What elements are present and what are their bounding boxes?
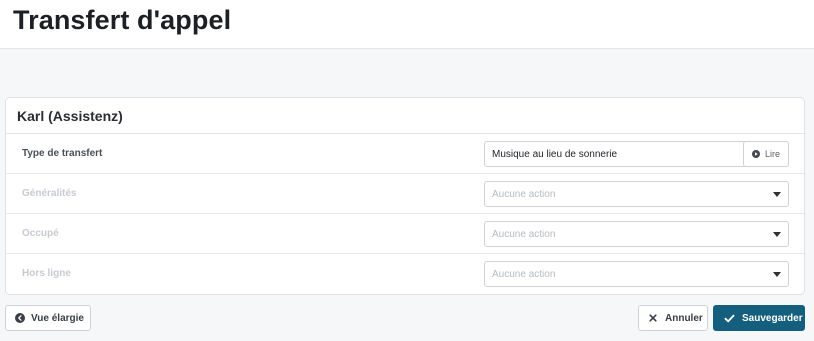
page-header: Transfert d'appel: [0, 0, 814, 49]
play-button[interactable]: Lire: [743, 141, 789, 167]
wide-view-button[interactable]: Vue élargie: [5, 305, 91, 331]
caret-down-icon: [773, 272, 781, 277]
offline-value: Aucune action: [492, 268, 556, 280]
play-circle-icon: [751, 150, 760, 158]
busy-label: Occupé: [22, 228, 59, 239]
card-title: Karl (Assistenz): [17, 107, 123, 124]
general-label: Généralités: [22, 188, 77, 199]
transfer-type-value: Musique au lieu de sonnerie: [492, 148, 618, 160]
play-label: Lire: [764, 149, 780, 159]
row-busy: Occupé Aucune action: [6, 214, 804, 254]
caret-down-icon: [773, 192, 781, 197]
arrow-left-circle-icon: [15, 313, 25, 323]
row-transfer-type: Type de transfert Musique au lieu de son…: [6, 134, 804, 174]
card-header: Karl (Assistenz): [6, 98, 804, 134]
page-title: Transfert d'appel: [13, 5, 232, 35]
save-button[interactable]: Sauvegarder: [713, 305, 805, 331]
busy-select[interactable]: Aucune action: [484, 221, 789, 247]
close-icon: [649, 314, 657, 322]
general-select[interactable]: Aucune action: [484, 181, 789, 207]
busy-value: Aucune action: [492, 228, 556, 240]
row-general: Généralités Aucune action: [6, 174, 804, 214]
caret-down-icon: [773, 232, 781, 237]
general-value: Aucune action: [492, 188, 556, 200]
cancel-button[interactable]: Annuler: [638, 305, 708, 331]
transfer-type-label: Type de transfert: [22, 148, 103, 159]
offline-label: Hors ligne: [22, 268, 71, 279]
cancel-label: Annuler: [665, 312, 703, 324]
wide-view-label: Vue élargie: [31, 312, 84, 324]
transfer-card: Karl (Assistenz) Type de transfert Musiq…: [5, 97, 805, 295]
offline-select[interactable]: Aucune action: [484, 261, 789, 287]
save-label: Sauvegarder: [742, 312, 803, 324]
check-icon: [724, 314, 735, 322]
row-offline: Hors ligne Aucune action: [6, 254, 804, 294]
